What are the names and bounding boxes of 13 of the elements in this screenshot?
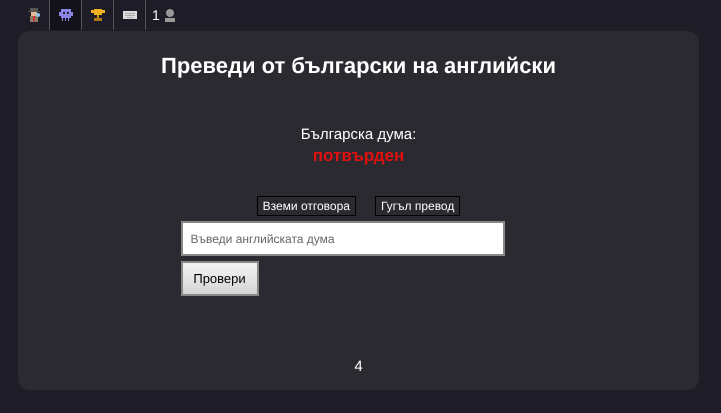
footer-number: 4	[354, 358, 363, 375]
counter: 1	[152, 7, 160, 23]
detective-icon	[26, 7, 42, 23]
check-button[interactable]: Провери	[180, 261, 258, 296]
trophy-icon	[90, 7, 106, 23]
toolbar-tab[interactable]	[50, 0, 82, 30]
answer-field[interactable]: Въведи английската дума	[180, 221, 504, 256]
action-button[interactable]: Вземи отговора	[256, 196, 356, 216]
bulgarian-word: потвърден	[312, 146, 404, 166]
action-button[interactable]: Гугъл превод	[374, 196, 460, 216]
prompt-label: Българска дума:	[300, 126, 416, 143]
page-title: Преведи от български на английски	[161, 53, 556, 79]
alien-icon	[58, 7, 74, 23]
